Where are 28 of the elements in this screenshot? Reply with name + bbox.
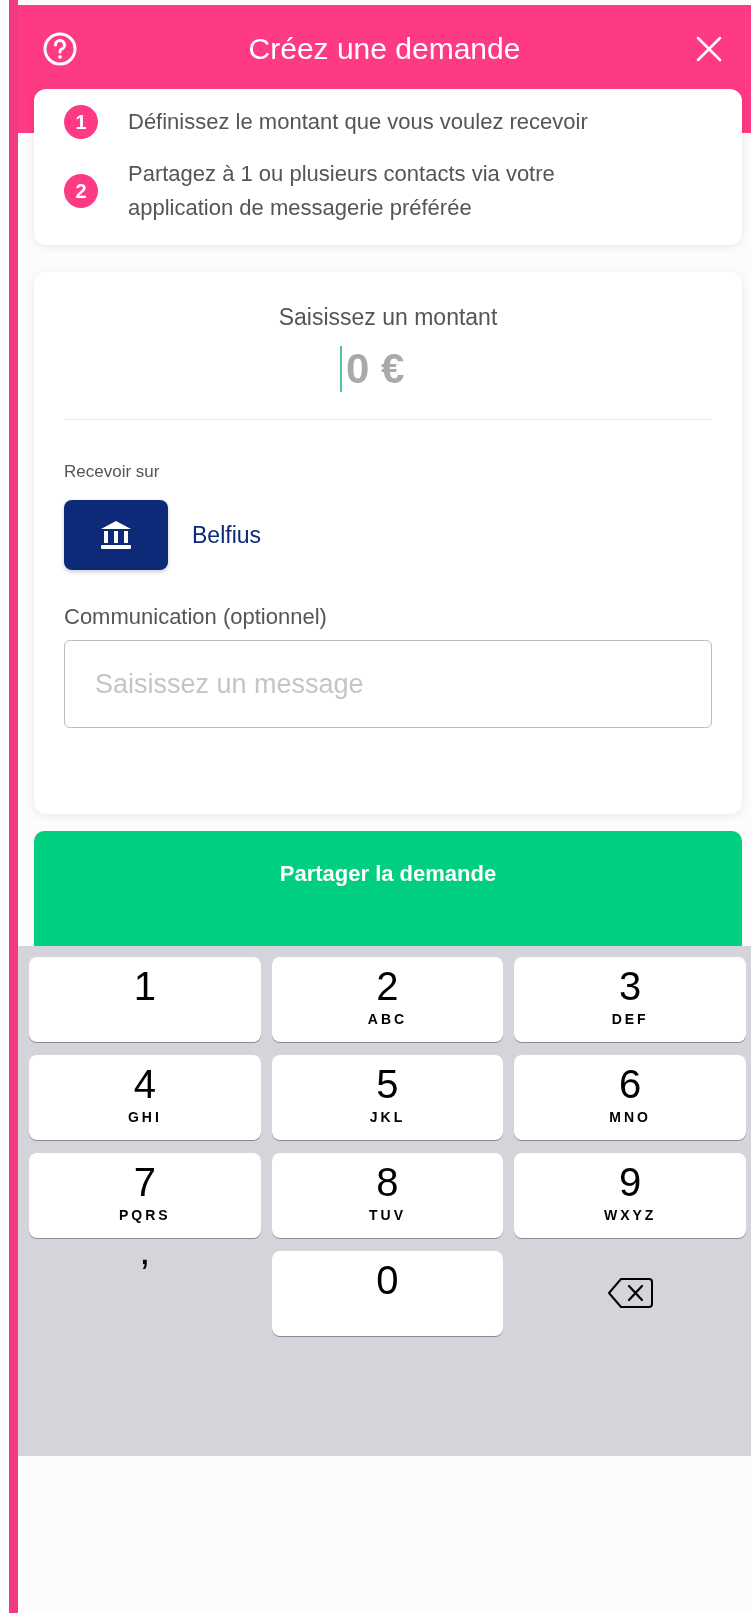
close-icon bbox=[695, 35, 723, 63]
receive-label: Recevoir sur bbox=[64, 462, 161, 482]
step-number: 2 bbox=[64, 174, 98, 208]
backspace-icon bbox=[607, 1277, 654, 1309]
dialog-title: Créez une demande bbox=[248, 31, 521, 67]
comma-key[interactable]: , bbox=[29, 1251, 261, 1336]
bank-icon bbox=[99, 519, 133, 551]
keypad-key[interactable]: 2 ABC bbox=[271, 957, 504, 1042]
keypad-key[interactable]: 3 DEF bbox=[514, 957, 746, 1042]
step-number: 1 bbox=[64, 105, 98, 139]
keypad-key[interactable]: 4 GHI bbox=[29, 1055, 261, 1140]
keypad-key[interactable]: 6 MNO bbox=[514, 1055, 746, 1140]
amount-field[interactable]: 0 € bbox=[346, 345, 436, 393]
keypad-key[interactable]: 7 PQRS bbox=[29, 1153, 261, 1238]
amount-label: Saisissez un montant bbox=[277, 304, 499, 331]
bank-tile[interactable] bbox=[64, 500, 168, 570]
keypad-key[interactable]: 9 WXYZ bbox=[514, 1153, 746, 1238]
text-cursor bbox=[340, 346, 342, 392]
keypad-key[interactable]: 8 TUV bbox=[271, 1153, 504, 1238]
keypad-key[interactable]: 0 bbox=[271, 1251, 504, 1336]
step-text: Définissez le montant que vous voulez recevoir bbox=[128, 108, 588, 136]
help-icon bbox=[43, 32, 77, 66]
step-text: Partagez à 1 ou plusieurs contacts via votre application de messagerie préférée bbox=[128, 160, 556, 222]
message-field[interactable]: Saisissez un message bbox=[64, 640, 712, 728]
communication-label: Communication (optionnel) bbox=[64, 604, 328, 630]
bank-name: Belfius bbox=[192, 521, 262, 549]
keypad-key[interactable]: 5 JKL bbox=[271, 1055, 504, 1140]
keypad-key[interactable]: 1 bbox=[29, 957, 261, 1042]
